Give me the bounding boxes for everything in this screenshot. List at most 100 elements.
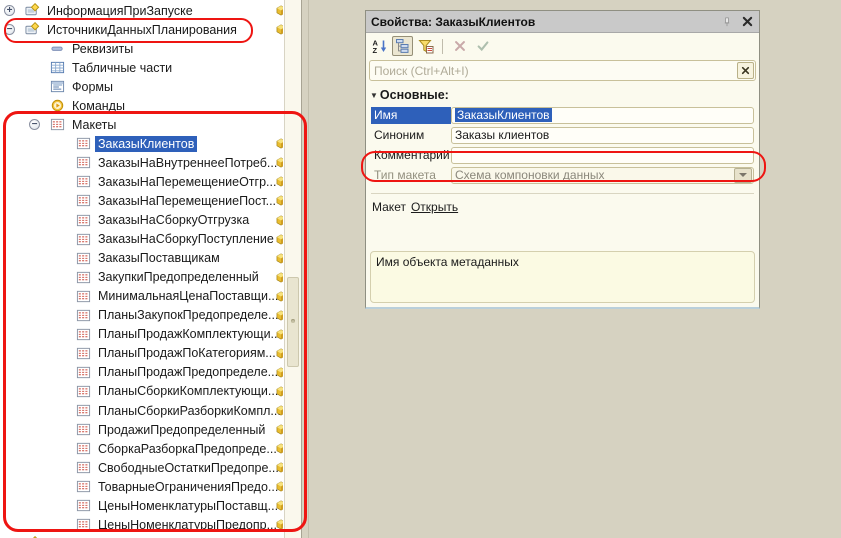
pin-icon[interactable] <box>721 15 733 29</box>
tree-item-label: ПланыЗакупокПредопределе... <box>95 307 281 323</box>
property-value-field[interactable]: Схема компоновки данных <box>451 167 754 184</box>
tree-row[interactable]: ЗаказыНаСборкуПоступление <box>0 230 283 249</box>
expander-slot: − <box>4 24 24 35</box>
tree-item-label: Команды <box>69 98 128 114</box>
tree-row[interactable]: ЦеныНоменклатурыПоставщ... <box>0 496 283 515</box>
tree-row[interactable]: ЦеныНоменклатурыПредопр... <box>0 515 283 534</box>
layout-icon <box>75 517 91 532</box>
search-input[interactable] <box>370 64 737 78</box>
property-value-field[interactable]: ЗаказыКлиентов <box>451 107 754 124</box>
tree-item-label: Формы <box>69 79 116 95</box>
section-header-label: Основные: <box>380 88 449 102</box>
modified-cube-icon <box>276 157 283 168</box>
modified-cube-icon <box>276 367 283 378</box>
tree-item-label: ПродажиПредопределенный <box>95 422 268 438</box>
clear-search-button[interactable] <box>737 62 754 79</box>
expander-slot: + <box>4 5 24 16</box>
tree-row[interactable]: ЗаказыНаПеремещениеПост... <box>0 191 283 210</box>
layout-icon <box>75 422 91 437</box>
tree-row[interactable]: Команды <box>0 96 283 115</box>
layout-icon <box>75 460 91 475</box>
object-icon <box>24 3 40 18</box>
tree-item-label: ИнформацияПриЗапуске <box>44 3 196 19</box>
expand-icon[interactable]: + <box>4 5 15 16</box>
collapse-icon[interactable]: − <box>29 119 40 130</box>
tree-row[interactable]: ЗакупкиПредопределенный <box>0 268 283 287</box>
layout-icon <box>75 289 91 304</box>
properties-title-bar: Свойства: ЗаказыКлиентов <box>366 11 759 33</box>
metadata-tree-panel: + ИнформацияПриЗапуске − ИсточникиДанныхПла… <box>0 0 302 538</box>
property-value: Схема компоновки данных <box>455 168 604 182</box>
layout-icon <box>49 117 65 132</box>
layout-icon <box>75 174 91 189</box>
modified-cube-icon <box>276 291 283 302</box>
tree-row[interactable]: +КартаМаршрутаБизнесПроцесса <box>0 534 283 538</box>
layout-icon <box>75 251 91 266</box>
tree-row[interactable]: ПланыЗакупокПредопределе... <box>0 306 283 325</box>
tree-row[interactable]: ПродажиПредопределенный <box>0 420 283 439</box>
property-description: Имя объекта метаданных <box>370 251 755 303</box>
apply-button[interactable] <box>472 36 493 56</box>
section-header-main[interactable]: ▼ Основные: <box>366 81 759 105</box>
tree-item-label: ПланыСборкиКомплектующи... <box>95 383 281 399</box>
sort-az-button[interactable]: AZ <box>369 36 390 56</box>
property-value-field[interactable] <box>451 147 754 164</box>
tree-item-label: ЗаказыНаСборкуОтгрузка <box>95 212 252 228</box>
tree-row[interactable]: ТоварныеОграниченияПредо... <box>0 477 283 496</box>
panel-splitter[interactable] <box>308 0 309 538</box>
modified-cube-icon <box>276 405 283 416</box>
tree-row[interactable]: − ИсточникиДанныхПланирования <box>0 20 283 39</box>
layout-icon <box>75 136 91 151</box>
modified-cube-icon <box>276 348 283 359</box>
tree-item-label: ЦеныНоменклатурыПредопр... <box>95 517 280 533</box>
property-value-field[interactable]: Заказы клиентов <box>451 127 754 144</box>
tree-item-label: ИсточникиДанныхПланирования <box>44 22 240 38</box>
tree-row[interactable]: ЗаказыПоставщикам <box>0 249 283 268</box>
tree-row[interactable]: Формы <box>0 77 283 96</box>
tree-item-label: ЗаказыНаВнутреннееПотреб... <box>95 155 280 171</box>
layout-icon <box>75 441 91 456</box>
expander-slot: − <box>29 119 49 130</box>
tree-row[interactable]: ЗаказыНаСборкуОтгрузка <box>0 211 283 230</box>
property-value: ЗаказыКлиентов <box>455 108 552 122</box>
property-value: Заказы клиентов <box>455 128 549 142</box>
tree-row[interactable]: Реквизиты <box>0 39 283 58</box>
filter-button[interactable] <box>415 36 436 56</box>
tree-row[interactable]: ПланыПродажПредопределе... <box>0 363 283 382</box>
close-button[interactable] <box>741 15 754 28</box>
tree-item-label: ТоварныеОграниченияПредо... <box>95 479 281 495</box>
tree-scrollbar[interactable] <box>284 0 301 538</box>
attribute-icon <box>49 41 65 56</box>
delete-button[interactable] <box>449 36 470 56</box>
collapse-icon[interactable]: − <box>4 24 15 35</box>
tree-scrollbar-thumb[interactable] <box>287 277 299 367</box>
modified-cube-icon <box>276 424 283 435</box>
layout-icon <box>75 346 91 361</box>
tree-item-label: ПланыПродажКомплектующи... <box>95 326 283 342</box>
commands-icon <box>49 98 65 113</box>
property-search-box <box>369 60 756 81</box>
modified-cube-icon <box>276 138 283 149</box>
layout-icon <box>75 232 91 247</box>
dropdown-button[interactable] <box>734 168 752 183</box>
tree-row[interactable]: ПланыСборкиКомплектующи... <box>0 382 283 401</box>
tree-row[interactable]: ПланыСборкиРазборкиКомпл... <box>0 401 283 420</box>
tree-item-label: ЦеныНоменклатурыПоставщ... <box>95 498 281 514</box>
categories-view-button[interactable] <box>392 36 413 56</box>
property-label: Имя <box>371 107 451 124</box>
tree-row[interactable]: ПланыПродажПоКатегориям... <box>0 344 283 363</box>
modified-cube-icon <box>276 519 283 530</box>
tree-row[interactable]: Табличные части <box>0 58 283 77</box>
tree-row[interactable]: + ИнформацияПриЗапуске <box>0 1 283 20</box>
tree-row[interactable]: МинимальнаяЦенаПоставщи... <box>0 287 283 306</box>
tree-row[interactable]: ЗаказыНаВнутреннееПотреб... <box>0 153 283 172</box>
tree-row[interactable]: ПланыПродажКомплектующи... <box>0 325 283 344</box>
properties-panel: Свойства: ЗаказыКлиентов AZ <box>365 10 760 309</box>
tree-row[interactable]: −Макеты <box>0 115 283 134</box>
tree-row[interactable]: СборкаРазборкаПредопреде... <box>0 439 283 458</box>
layout-open-link[interactable]: Открыть <box>411 200 458 214</box>
tree-row[interactable]: СвободныеОстаткиПредопре... <box>0 458 283 477</box>
tree-row[interactable]: ЗаказыНаПеремещениеОтгр... <box>0 172 283 191</box>
tree-row[interactable]: ЗаказыКлиентов <box>0 134 283 153</box>
metadata-tree: + ИнформацияПриЗапуске − ИсточникиДанныхПла… <box>0 1 283 538</box>
